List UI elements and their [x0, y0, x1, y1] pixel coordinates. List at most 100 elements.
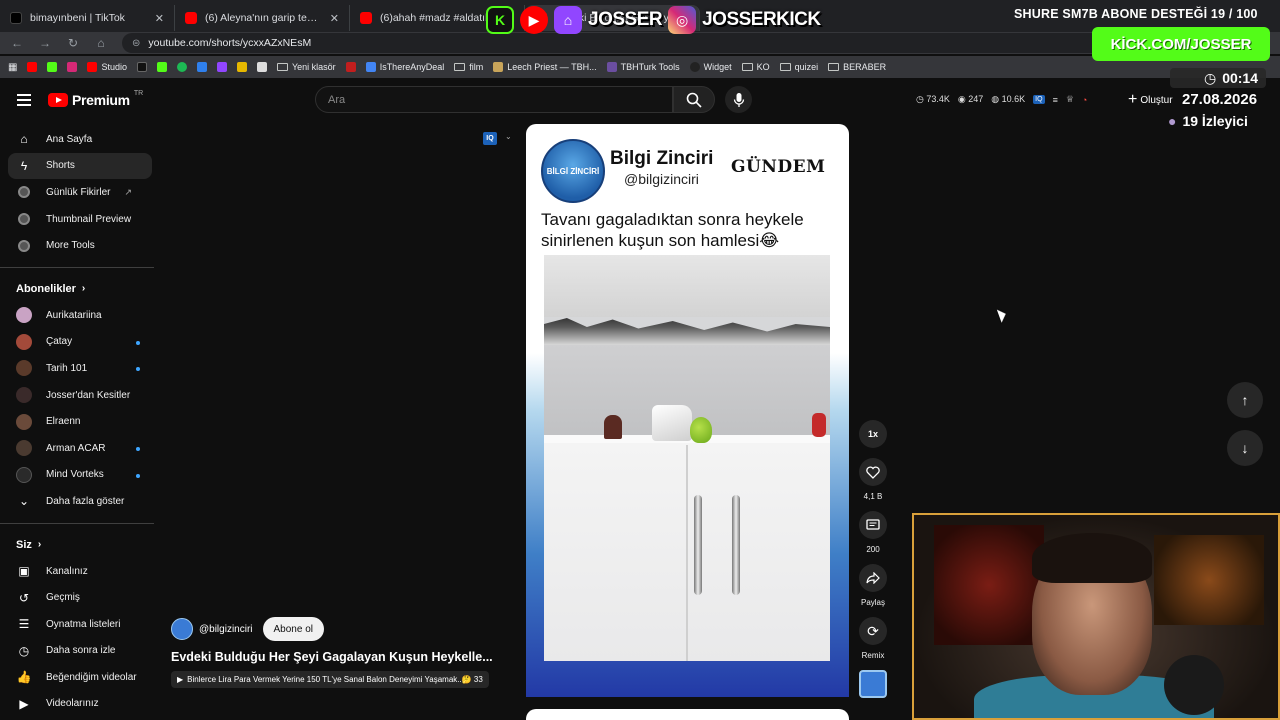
like-button[interactable] [859, 458, 887, 486]
bookmark[interactable] [216, 62, 227, 72]
address-bar[interactable]: ⊜ youtube.com/shorts/ycxxAZxNEsM [122, 33, 1102, 53]
bookmark[interactable] [345, 62, 356, 72]
next-short-button[interactable]: ↓ [1227, 430, 1263, 466]
subscription-item[interactable]: Josser'dan Kesitler [8, 382, 152, 409]
speed-control[interactable]: 1x [858, 420, 888, 448]
figurine [604, 415, 622, 439]
sidebar-item-your-videos[interactable]: ▶ Videolarınız [8, 691, 152, 718]
comment-action[interactable]: 200 [858, 511, 888, 554]
reload-icon[interactable]: ↻ [66, 36, 80, 50]
close-icon[interactable]: ✕ [155, 12, 164, 25]
apps-icon[interactable]: ▦ [8, 62, 17, 73]
sidebar-item-playlists[interactable]: ☰ Oynatma listeleri [8, 611, 152, 638]
site-info-icon[interactable]: ⊜ [132, 38, 140, 49]
youtube-logo[interactable]: Premium TR [48, 90, 143, 108]
audio-thumbnail[interactable] [859, 670, 887, 698]
subscription-item[interactable]: Mind Vorteks [8, 462, 152, 489]
statue [652, 405, 692, 441]
watch-later-icon: ◷ [18, 643, 30, 658]
remix-button[interactable]: ⟳ [859, 617, 887, 645]
bookmark[interactable] [136, 62, 147, 72]
folder-icon [779, 63, 791, 71]
share-button[interactable] [859, 564, 887, 592]
bookmark[interactable]: IsThereAnyDeal [365, 62, 444, 72]
like-action[interactable]: 4,1 B [858, 458, 888, 501]
subscription-item[interactable]: Arman ACAR [8, 435, 152, 462]
browser-tab[interactable]: (6) Aleyna'nın garip tepkileri | K ✕ [175, 5, 350, 31]
back-icon[interactable]: ← [10, 36, 24, 50]
person-icon: ● [1168, 113, 1177, 129]
avatar[interactable] [171, 618, 193, 640]
menu-icon[interactable] [17, 94, 31, 106]
bookmark[interactable] [47, 62, 58, 72]
heart-icon [866, 465, 880, 479]
bookmark[interactable] [196, 62, 207, 72]
sidebar-item-home[interactable]: ⌂ Ana Sayfa [8, 126, 152, 153]
voice-search-button[interactable] [725, 86, 752, 113]
subscription-item[interactable]: Tarih 101 [8, 355, 152, 382]
bookmark-folder[interactable]: Yeni klasör [276, 62, 336, 72]
show-more-button[interactable]: ⌄ Daha fazla göster [8, 488, 152, 515]
playlist-icon: ☰ [18, 617, 30, 632]
search-input[interactable]: Ara [315, 86, 673, 113]
subscriptions-header[interactable]: Abonelikler › [0, 276, 154, 302]
bookmark[interactable]: Studio [87, 62, 127, 72]
sidebar-item-shorts[interactable]: ϟ Shorts [8, 152, 152, 180]
subscription-item[interactable]: Aurikatariina [8, 302, 152, 329]
related-video-link[interactable]: ▶ Binlerce Lira Para Vermek Yerine 150 T… [171, 671, 489, 688]
subscribe-button[interactable]: Abone ol [262, 617, 324, 641]
bookmark[interactable]: Leech Priest — TBH... [493, 62, 597, 72]
bookmark-folder[interactable]: film [454, 62, 483, 72]
bookmark-folder[interactable]: KO [741, 62, 770, 72]
bookmark[interactable] [176, 62, 187, 72]
bookmark[interactable]: TBHTurk Tools [606, 62, 680, 72]
search-button[interactable] [673, 86, 715, 113]
extension-icon[interactable]: IQ [1033, 95, 1045, 104]
bookmark-folder[interactable]: quizei [779, 62, 818, 72]
bookmark[interactable] [156, 62, 167, 72]
notification-icon[interactable]: ◔ [1082, 95, 1087, 105]
sidebar-item-your-channel[interactable]: ▣ Kanalınız [8, 558, 152, 585]
sidebar-item-daily-ideas[interactable]: Günlük Fikirler ↗ [8, 179, 152, 206]
shorts-player[interactable]: BİLGİ ZİNCİRİ Bilgi Zinciri @bilgizincir… [526, 124, 849, 697]
browser-tab[interactable]: bimayınbeni | TikTok ✕ [0, 5, 175, 31]
bookmark[interactable]: Widget [689, 62, 732, 72]
sidebar-item-history[interactable]: ↺ Geçmiş [8, 584, 152, 611]
create-button[interactable]: + Oluştur [1128, 88, 1178, 112]
chevron-down-icon[interactable]: ⌄ [505, 132, 512, 141]
comment-button[interactable] [859, 511, 887, 539]
remix-icon: ⟳ [867, 622, 879, 639]
bookmark-folder[interactable]: BERABER [828, 62, 886, 72]
spotify-icon [176, 62, 187, 72]
bookmark[interactable] [27, 62, 38, 72]
forward-icon[interactable]: → [38, 36, 52, 50]
previous-short-button[interactable]: ↑ [1227, 382, 1263, 418]
bookmark[interactable] [256, 62, 267, 72]
share-action[interactable]: Paylaş [858, 564, 888, 607]
bookmark[interactable] [236, 62, 247, 72]
extension-badge[interactable]: IQ [483, 132, 497, 145]
subscription-item[interactable]: Elraenn [8, 408, 152, 435]
remix-action[interactable]: ⟳ Remix [858, 617, 888, 660]
sidebar-item-watch-later[interactable]: ◷ Daha sonra izle [8, 638, 152, 665]
subscription-item[interactable]: Çatay [8, 329, 152, 356]
trophy-icon[interactable]: ♕ [1066, 94, 1074, 105]
sidebar-item-more-tools[interactable]: More Tools [8, 232, 152, 259]
youtube-icon [185, 12, 197, 24]
channel-handle[interactable]: @bilgizinciri [199, 624, 253, 635]
list-icon[interactable]: ≡ [1053, 95, 1058, 105]
next-short-preview[interactable] [526, 709, 849, 720]
close-icon[interactable]: ✕ [330, 12, 339, 25]
tool-icon [196, 62, 207, 72]
video-title[interactable]: Evdeki Bulduğu Her Şeyi Gagalayan Kuşun … [171, 650, 501, 664]
speed-button[interactable]: 1x [859, 420, 887, 448]
avatar [16, 307, 32, 324]
channel-thumb-action[interactable] [858, 670, 888, 698]
home-icon[interactable]: ⌂ [94, 36, 108, 50]
bookmark[interactable] [67, 62, 78, 72]
sidebar-item-thumbnail-preview[interactable]: Thumbnail Preview [8, 206, 152, 233]
you-header[interactable]: Siz › [0, 532, 154, 558]
tag-icon [365, 62, 376, 72]
sidebar-item-liked-videos[interactable]: 👍 Beğendiğim videolar [8, 664, 152, 691]
avatar [16, 333, 32, 350]
